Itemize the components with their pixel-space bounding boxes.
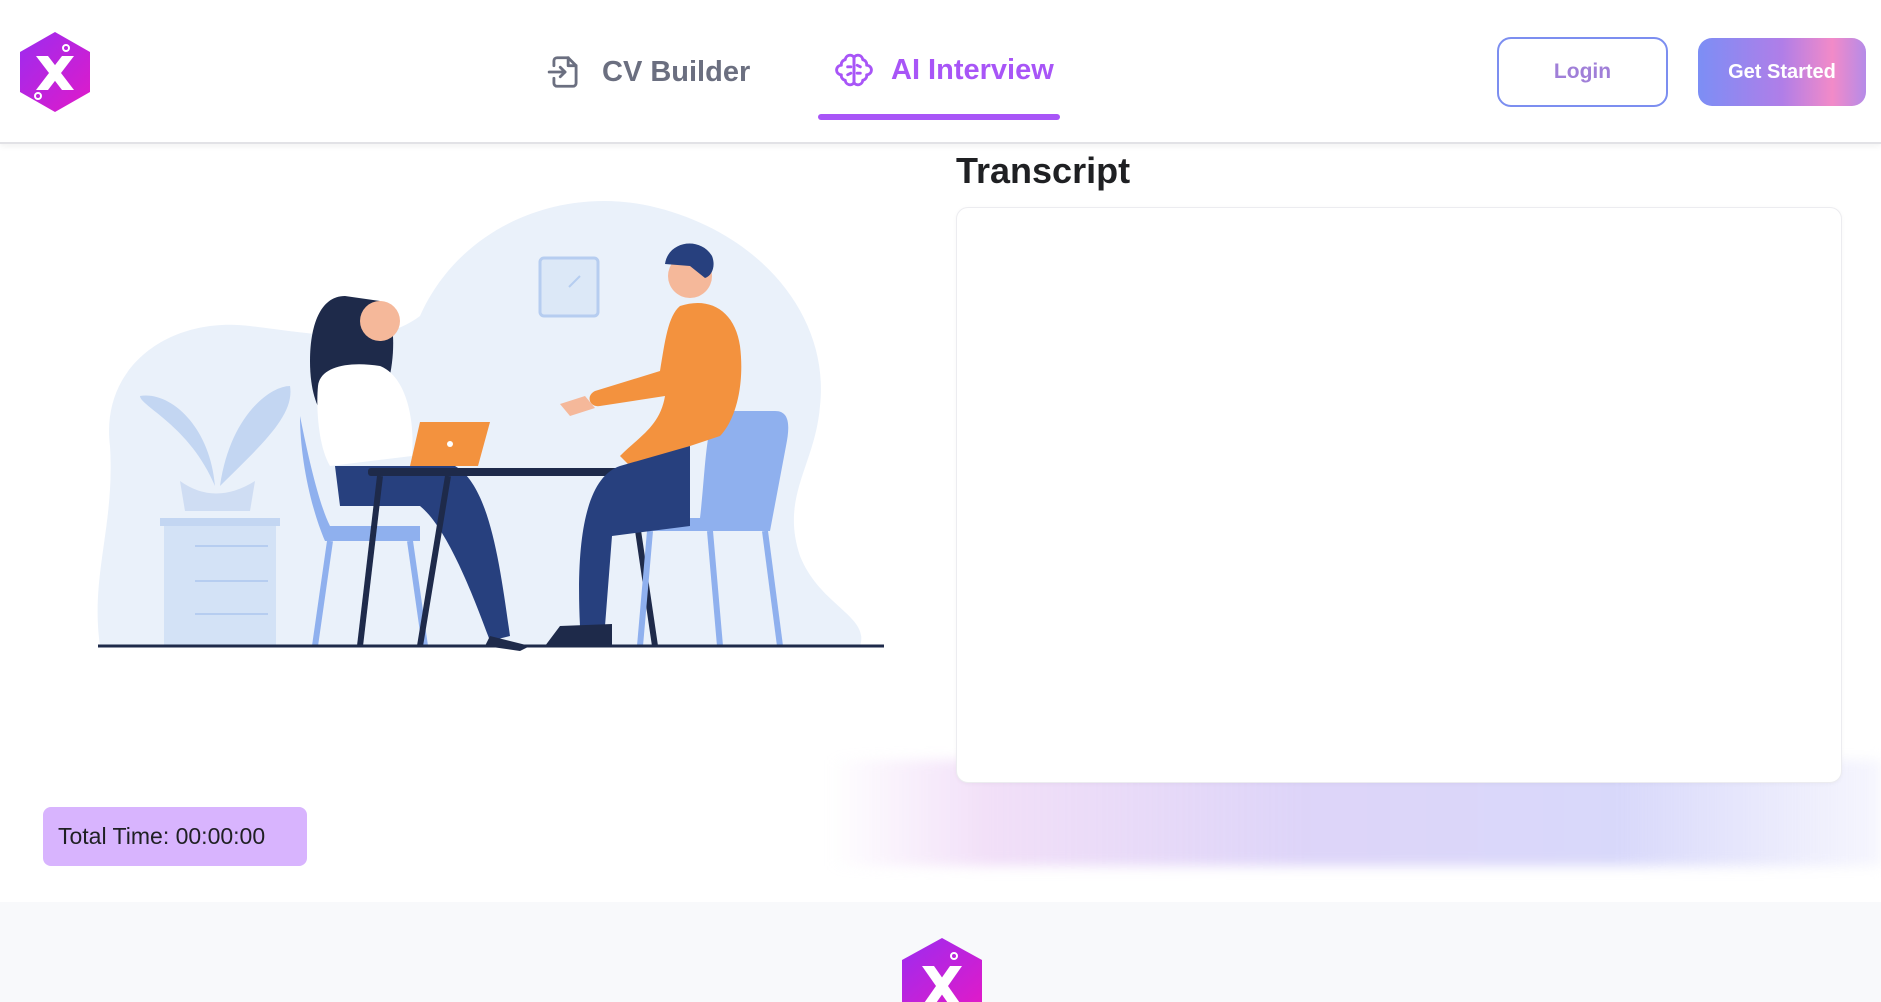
nav-tab-ai-interview[interactable]: AI Interview [835, 46, 1054, 94]
transcript-box [956, 207, 1842, 783]
login-button[interactable]: Login [1497, 37, 1668, 107]
page: CV Builder AI Interview Login Get Starte… [0, 0, 1881, 1002]
interview-illustration [0, 146, 930, 700]
transcript-title: Transcript [956, 150, 1131, 191]
nav-tab-label: AI Interview [891, 53, 1054, 86]
total-time-badge: Total Time: 00:00:00 [43, 807, 307, 866]
active-tab-indicator [818, 114, 1060, 120]
footer-logo-icon [902, 938, 982, 1002]
nav-tab-label: CV Builder [602, 55, 751, 88]
brain-icon [835, 53, 873, 87]
header: CV Builder AI Interview Login Get Starte… [0, 0, 1881, 144]
logo-icon[interactable] [18, 30, 92, 114]
file-import-icon [547, 56, 578, 88]
get-started-button[interactable]: Get Started [1698, 38, 1866, 106]
nav-tab-cv-builder[interactable]: CV Builder [546, 48, 750, 96]
